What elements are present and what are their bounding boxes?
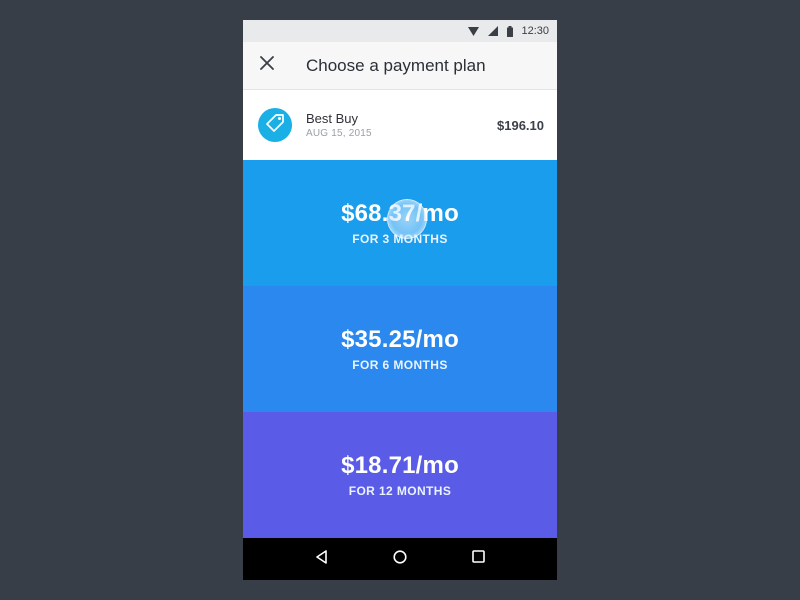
purchase-date: AUG 15, 2015: [306, 128, 372, 139]
home-circle-icon: [393, 549, 407, 569]
close-button[interactable]: [243, 42, 291, 90]
plan-option-6-months[interactable]: $35.25/mo FOR 6 MONTHS: [243, 286, 557, 412]
status-time: 12:30: [521, 25, 549, 37]
payment-plan-list: $68.37/mo FOR 3 MONTHS $35.25/mo FOR 6 M…: [243, 160, 557, 538]
plan-term: FOR 6 MONTHS: [352, 358, 448, 372]
merchant-name: Best Buy: [306, 111, 359, 126]
merchant-info: Best Buy AUG 15, 2015: [306, 111, 497, 139]
page-title: Choose a payment plan: [306, 55, 486, 75]
system-nav-bar: [243, 538, 557, 580]
back-triangle-icon: [315, 549, 329, 569]
back-button[interactable]: [307, 544, 337, 574]
plan-price: $35.25/mo: [341, 326, 459, 353]
battery-icon: [507, 25, 514, 37]
recents-button[interactable]: [463, 544, 493, 574]
plan-option-12-months[interactable]: $18.71/mo FOR 12 MONTHS: [243, 412, 557, 538]
status-bar: 12:30: [243, 20, 557, 42]
app-bar: Choose a payment plan: [243, 42, 557, 90]
home-button[interactable]: [385, 544, 415, 574]
wifi-icon: [468, 26, 480, 36]
phone-screen: 12:30 Choose a payment plan Best Buy AUG…: [243, 20, 557, 580]
recents-square-icon: [471, 550, 485, 568]
plan-term: FOR 12 MONTHS: [348, 484, 452, 498]
merchant-card: Best Buy AUG 15, 2015 $196.10: [243, 90, 557, 160]
plan-option-3-months[interactable]: $68.37/mo FOR 3 MONTHS: [243, 160, 557, 286]
price-tag-icon: [265, 113, 285, 138]
merchant-logo: [258, 108, 292, 142]
purchase-amount: $196.10: [497, 117, 544, 133]
touch-indicator: [388, 200, 426, 238]
close-icon: [260, 56, 274, 75]
plan-price: $18.71/mo: [341, 452, 459, 479]
signal-icon: [488, 26, 499, 36]
